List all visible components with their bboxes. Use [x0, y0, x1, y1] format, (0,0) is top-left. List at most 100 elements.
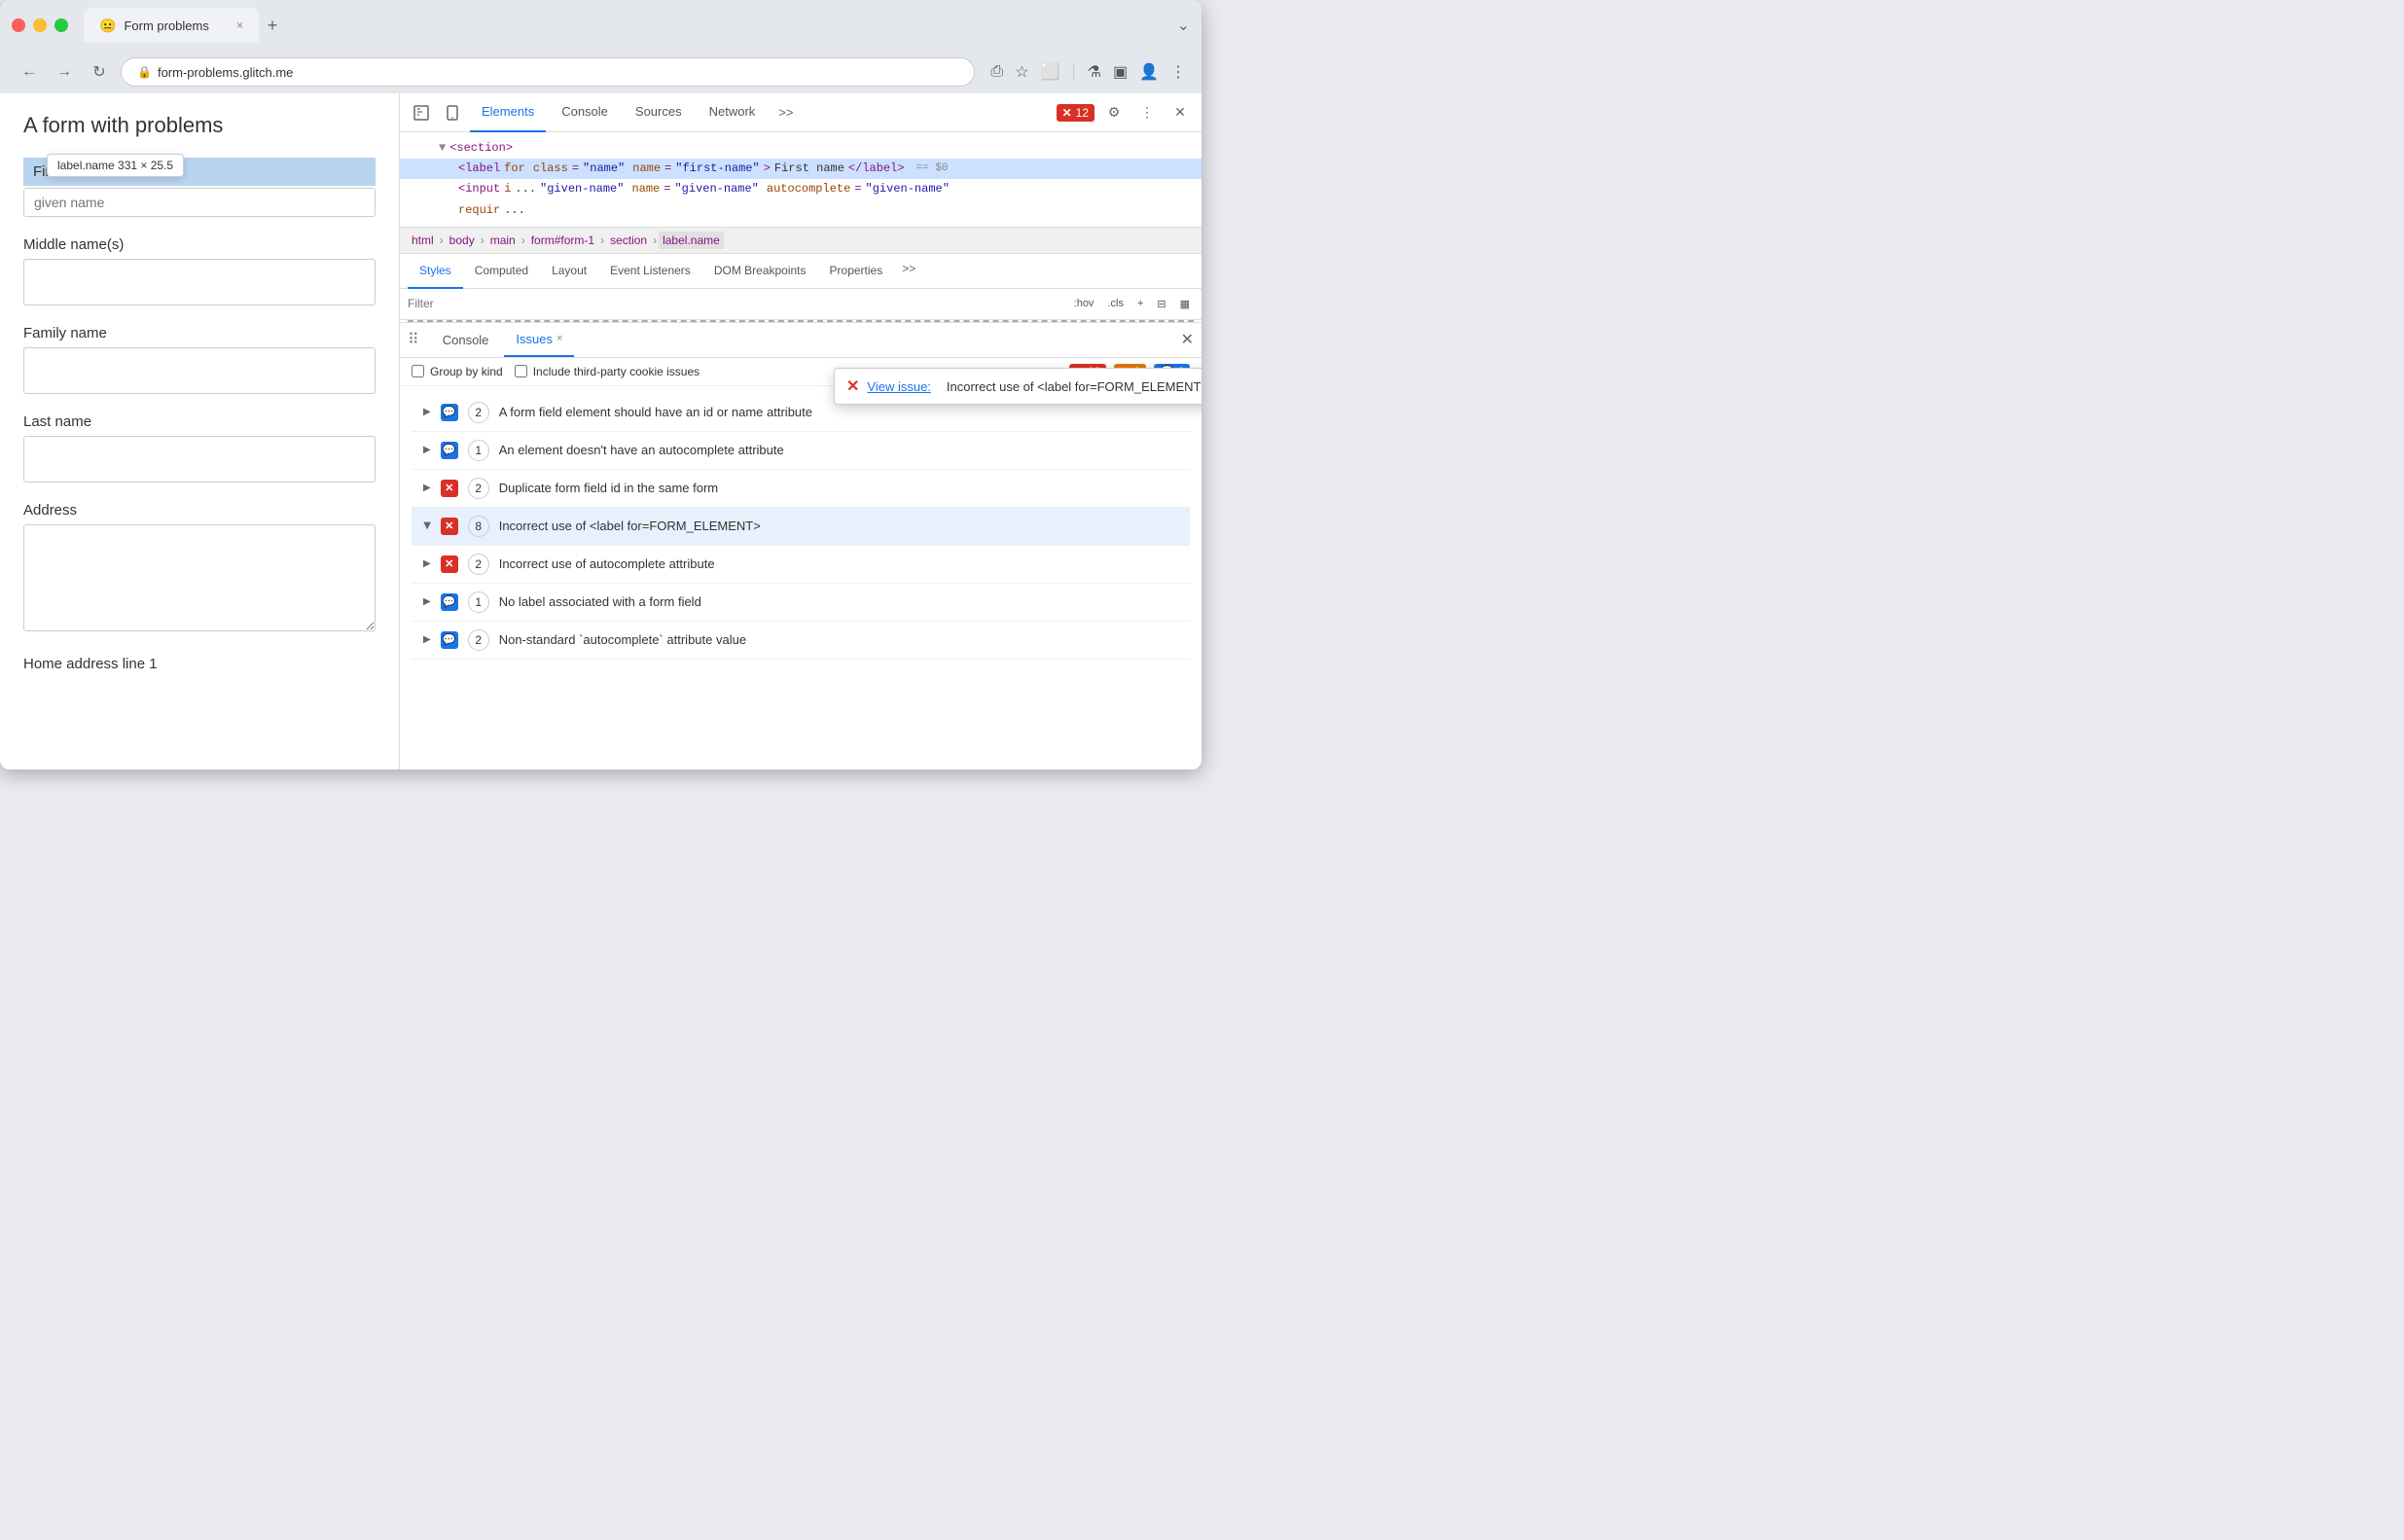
view-issue-link[interactable]: View issue: — [867, 379, 931, 394]
third-party-checkbox-label[interactable]: Include third-party cookie issues — [515, 365, 700, 378]
styles-tab-layout[interactable]: Layout — [540, 254, 598, 289]
browser-window: 😐 Form problems × + ⌄ ← → ↻ 🔒 form-probl… — [0, 0, 1202, 770]
issue-expand-arrow[interactable]: ▶ — [423, 558, 431, 569]
styles-tab-computed[interactable]: Computed — [463, 254, 540, 289]
tab-title-text: Form problems — [124, 18, 229, 33]
profile-icon[interactable]: 👤 — [1139, 62, 1159, 82]
grid-icon-button[interactable]: ▦ — [1176, 296, 1194, 312]
issue-text: No label associated with a form field — [499, 594, 1178, 609]
issue-text: An element doesn't have an autocomplete … — [499, 443, 1178, 457]
tab-network[interactable]: Network — [698, 93, 768, 132]
issue-expand-arrow[interactable]: ▶ — [423, 407, 431, 417]
close-devtools-button[interactable]: ✕ — [1166, 99, 1194, 126]
lock-icon: 🔒 — [137, 65, 152, 79]
issue-expand-arrow[interactable]: ▶ — [423, 634, 431, 645]
device-toolbar-button[interactable] — [439, 99, 466, 126]
inspect-element-button[interactable] — [408, 99, 435, 126]
issue-expand-arrow[interactable]: ▶ — [423, 445, 431, 455]
issue-tooltip: ✕ View issue: Incorrect use of <label fo… — [834, 368, 1202, 405]
tab-menu-button[interactable]: ⌄ — [1177, 16, 1190, 35]
html-label-line[interactable]: <label for class="name" name="first-name… — [400, 159, 1202, 179]
issue-icon-info: 💬 — [441, 442, 458, 459]
address-input[interactable] — [23, 524, 376, 631]
issue-text: A form field element should have an id o… — [499, 405, 1178, 419]
toggle-icon-button[interactable]: ⊟ — [1153, 296, 1169, 312]
minimize-window-button[interactable] — [33, 18, 47, 32]
issue-text: Incorrect use of autocomplete attribute — [499, 556, 1178, 571]
bottom-tab-console[interactable]: Console — [431, 322, 501, 357]
home-address-section: Home address line 1 — [23, 656, 376, 672]
traffic-lights — [12, 18, 68, 32]
close-bottom-panel-button[interactable]: ✕ — [1181, 330, 1194, 349]
group-by-kind-checkbox-label[interactable]: Group by kind — [412, 365, 503, 378]
more-options-icon[interactable]: ⋮ — [1170, 62, 1186, 82]
tab-console[interactable]: Console — [550, 93, 620, 132]
issue-expand-arrow[interactable]: ▶ — [421, 522, 432, 530]
issue-expand-arrow[interactable]: ▶ — [423, 596, 431, 607]
issue-expand-arrow[interactable]: ▶ — [423, 483, 431, 493]
active-tab[interactable]: 😐 Form problems × — [84, 8, 259, 43]
flask-icon[interactable]: ⚗ — [1088, 62, 1101, 82]
tab-bar: 😐 Form problems × + ⌄ — [84, 8, 1190, 43]
family-name-input[interactable] — [23, 347, 376, 394]
breadcrumb-form[interactable]: form#form-1 — [527, 232, 598, 249]
maximize-window-button[interactable] — [54, 18, 68, 32]
first-name-input[interactable] — [23, 188, 376, 217]
breadcrumb-body[interactable]: body — [446, 232, 479, 249]
issue-row[interactable]: ▶ ✕ 2 Duplicate form field id in the sam… — [412, 470, 1190, 508]
group-by-kind-text: Group by kind — [430, 365, 503, 378]
forward-button[interactable]: → — [51, 58, 78, 86]
close-issues-tab-button[interactable]: × — [556, 333, 562, 344]
issue-row-selected[interactable]: ▶ ✕ 8 Incorrect use of <label for=FORM_E… — [412, 508, 1190, 546]
label-tooltip: label.name 331 × 25.5 — [47, 154, 184, 177]
cls-button[interactable]: .cls — [1103, 296, 1128, 311]
breadcrumb-label[interactable]: label.name — [659, 232, 724, 249]
refresh-button[interactable]: ↻ — [86, 58, 113, 86]
breadcrumb-html[interactable]: html — [408, 232, 438, 249]
address-input[interactable]: 🔒 form-problems.glitch.me — [121, 57, 975, 87]
tab-sources[interactable]: Sources — [624, 93, 694, 132]
settings-button[interactable]: ⚙ — [1100, 99, 1128, 126]
tab-elements[interactable]: Elements — [470, 93, 546, 132]
issue-count-badge: 2 — [468, 629, 489, 651]
breadcrumb-main[interactable]: main — [486, 232, 520, 249]
styles-tab-styles[interactable]: Styles — [408, 254, 463, 289]
issue-row[interactable]: ▶ 💬 2 Non-standard `autocomplete` attrib… — [412, 622, 1190, 660]
close-tab-button[interactable]: × — [236, 18, 243, 32]
more-styles-tabs-button[interactable]: >> — [894, 262, 923, 288]
issue-row[interactable]: ▶ 💬 1 No label associated with a form fi… — [412, 584, 1190, 622]
expand-section-icon[interactable]: ▼ — [439, 139, 446, 158]
issue-row[interactable]: ▶ 💬 1 An element doesn't have an autocom… — [412, 432, 1190, 470]
html-req-line: requir ... — [400, 200, 1202, 221]
hov-button[interactable]: :hov — [1070, 296, 1098, 311]
filter-input[interactable] — [408, 297, 1062, 310]
issue-text: Incorrect use of <label for=FORM_ELEMENT… — [499, 519, 1178, 533]
middle-name-input[interactable] — [23, 259, 376, 305]
breadcrumb-section[interactable]: section — [606, 232, 651, 249]
middle-name-label: Middle name(s) — [23, 236, 376, 253]
last-name-label: Last name — [23, 413, 376, 430]
share-icon[interactable]: ⎙ — [990, 63, 1003, 81]
styles-tab-dom-breakpoints[interactable]: DOM Breakpoints — [702, 254, 818, 289]
issue-count-badge: 2 — [468, 554, 489, 575]
add-style-button[interactable]: + — [1133, 296, 1147, 311]
more-options-button[interactable]: ⋮ — [1133, 99, 1161, 126]
new-tab-button[interactable]: + — [259, 12, 286, 39]
issue-icon-info: 💬 — [441, 631, 458, 649]
issue-count-badge: 2 — [468, 402, 489, 423]
bottom-tab-issues[interactable]: Issues × — [504, 322, 574, 357]
third-party-checkbox[interactable] — [515, 365, 527, 377]
more-tabs-button[interactable]: >> — [771, 105, 801, 120]
back-button[interactable]: ← — [16, 58, 43, 86]
styles-tab-event-listeners[interactable]: Event Listeners — [598, 254, 702, 289]
extension-icon[interactable]: ⬜ — [1041, 62, 1060, 82]
title-bar: 😐 Form problems × + ⌄ — [0, 0, 1202, 51]
issue-row[interactable]: ▶ ✕ 2 Incorrect use of autocomplete attr… — [412, 546, 1190, 584]
styles-tab-properties[interactable]: Properties — [818, 254, 895, 289]
tooltip-message: Incorrect use of <label for=FORM_ELEMENT… — [947, 379, 1202, 394]
last-name-input[interactable] — [23, 436, 376, 483]
close-window-button[interactable] — [12, 18, 25, 32]
group-by-kind-checkbox[interactable] — [412, 365, 424, 377]
sidebar-icon[interactable]: ▣ — [1113, 62, 1128, 82]
bookmark-icon[interactable]: ☆ — [1015, 62, 1028, 82]
